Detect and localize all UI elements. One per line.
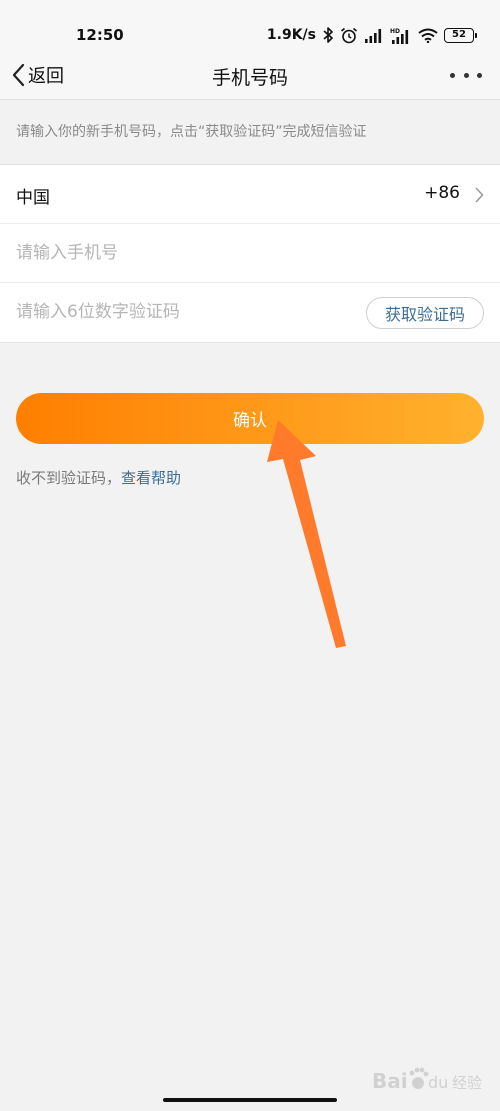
status-time: 12:50 — [76, 26, 124, 44]
status-icons: 1.9K/s HD 52 — [266, 24, 477, 46]
phone-number-page: 12:50 1.9K/s HD 52 返回 手机号码 请输入你的新手机号码，点击… — [0, 0, 500, 1111]
status-bar: 12:50 1.9K/s HD 52 — [0, 0, 500, 50]
more-dots-icon — [463, 72, 469, 78]
country-selector[interactable]: 中国 +86 — [0, 165, 500, 224]
paw-icon — [409, 1067, 429, 1089]
more-options-button[interactable] — [450, 66, 482, 84]
phone-row — [0, 224, 500, 283]
wifi-icon — [418, 28, 438, 43]
watermark-brand: Bai — [372, 1069, 408, 1093]
network-speed: 1.9K/s — [266, 27, 316, 43]
alarm-icon — [340, 27, 358, 43]
help-link[interactable]: 查看帮助 — [121, 469, 181, 487]
bluetooth-icon — [323, 27, 333, 43]
watermark-sub: 经验 — [452, 1074, 482, 1092]
instruction-hint: 请输入你的新手机号码，点击“获取验证码”完成短信验证 — [16, 124, 367, 140]
help-line: 收不到验证码，查看帮助 — [16, 467, 181, 488]
battery-icon: 52 — [444, 27, 477, 43]
home-indicator[interactable] — [163, 1098, 337, 1102]
navigation-bar: 返回 手机号码 — [0, 50, 500, 100]
help-prefix: 收不到验证码， — [16, 469, 122, 487]
more-dots-icon — [450, 72, 455, 78]
verification-code-input[interactable] — [16, 295, 336, 329]
more-dots-icon — [477, 72, 482, 78]
phone-form: 中国 +86 获取验证码 — [0, 164, 500, 343]
page-title: 手机号码 — [211, 67, 288, 89]
phone-number-input[interactable] — [16, 236, 346, 270]
verification-row: 获取验证码 — [0, 283, 500, 342]
signal-icon — [365, 28, 382, 43]
country-name: 中国 — [16, 188, 50, 208]
baidu-jingyan-watermark: Bai du 经验 — [372, 1067, 482, 1093]
watermark-brand-suffix: du — [428, 1073, 448, 1092]
hd-signal-icon: HD — [390, 28, 409, 44]
country-code: +86 — [424, 183, 460, 203]
chevron-right-icon — [475, 187, 484, 203]
confirm-button[interactable]: 确认 — [16, 393, 484, 444]
hd-label: HD — [390, 28, 400, 35]
get-code-button[interactable]: 获取验证码 — [366, 297, 484, 329]
